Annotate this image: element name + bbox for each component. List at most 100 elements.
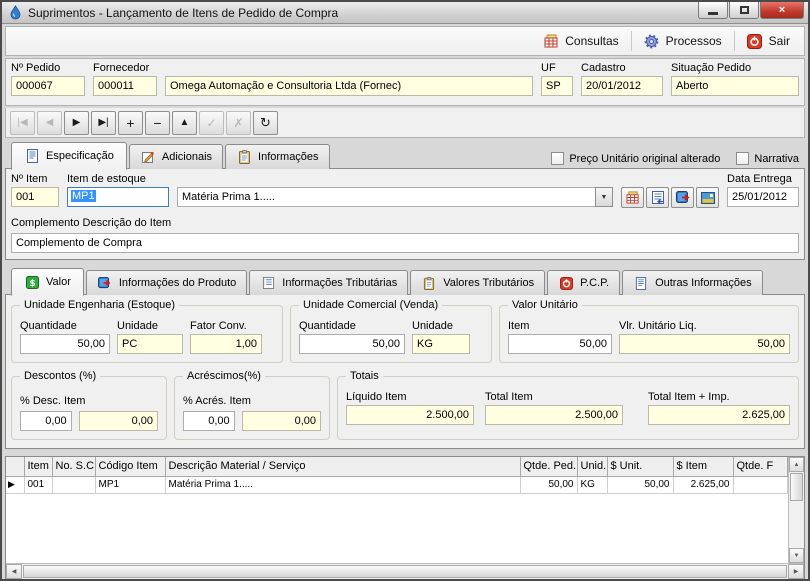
maximize-button[interactable] (729, 2, 759, 19)
fator-conv-field[interactable]: 1,00 (190, 334, 262, 354)
col-qtde-f[interactable]: Qtde. F (733, 457, 787, 476)
unidade-venda-field[interactable]: KG (412, 334, 470, 354)
minimize-button[interactable] (698, 2, 728, 19)
tab-outras-informacoes[interactable]: Outras Informações (622, 270, 763, 295)
col-codigo-item[interactable]: Código Item (95, 457, 165, 476)
cell-qtde-f[interactable] (733, 476, 787, 493)
processos-label: Processos (666, 34, 722, 48)
liquido-item-field[interactable]: 2.500,00 (346, 405, 474, 425)
quantidade-venda-field[interactable]: 50,00 (299, 334, 405, 354)
horizontal-scrollbar-thumb[interactable] (23, 565, 787, 578)
nav-post-button[interactable]: ✓ (199, 111, 224, 135)
desc-item-valor-field[interactable]: 0,00 (79, 411, 158, 431)
complemento-field[interactable]: Complemento de Compra (11, 233, 799, 253)
item-estoque-field[interactable]: MP1 (67, 187, 169, 207)
cell-codigo[interactable]: MP1 (95, 476, 165, 493)
preco-alterado-checkbox[interactable] (551, 152, 564, 165)
vertical-scrollbar-thumb[interactable] (790, 473, 803, 501)
narrativa-checkbox[interactable] (736, 152, 749, 165)
cell-item[interactable]: 001 (24, 476, 52, 493)
cadastro-field[interactable]: 20/01/2012 (581, 76, 663, 96)
acres-item-valor-field[interactable]: 0,00 (242, 411, 321, 431)
product-box-icon (675, 190, 691, 206)
close-button[interactable]: × (760, 2, 804, 19)
totais-title: Totais (346, 370, 383, 382)
nav-delete-button[interactable]: − (145, 111, 170, 135)
col-no-sc[interactable]: No. S.C. (52, 457, 95, 476)
uf-field[interactable]: SP (541, 76, 573, 96)
col-qtde-ped[interactable]: Qtde. Ped. (520, 457, 577, 476)
tab-informacoes-produto[interactable]: Informações do Produto (86, 270, 247, 295)
order-header-panel: Nº Pedido 000067 Fornecedor 000011 Omega… (5, 58, 805, 106)
cell-unid[interactable]: KG (577, 476, 607, 493)
nav-prior-button[interactable]: ◀ (37, 111, 62, 135)
nav-refresh-button[interactable]: ↻ (253, 111, 278, 135)
total-item-imp-field[interactable]: 2.625,00 (648, 405, 790, 425)
item-descricao-field[interactable]: Matéria Prima 1..... (177, 187, 595, 207)
col-unit[interactable]: $ Unit. (607, 457, 673, 476)
preco-alterado-label: Preço Unitário original alterado (569, 153, 720, 165)
quantidade-estoque-field[interactable]: 50,00 (20, 334, 110, 354)
nav-last-button[interactable]: ▶| (91, 111, 116, 135)
cell-descricao[interactable]: Matéria Prima 1..... (165, 476, 520, 493)
acres-item-pct-field[interactable]: 0,00 (183, 411, 235, 431)
situacao-field[interactable]: Aberto (671, 76, 799, 96)
unidade-engenharia-group: Unidade Engenharia (Estoque) Quantidade … (11, 305, 283, 363)
processos-button[interactable]: Processos (634, 30, 732, 52)
nav-first-button[interactable]: |◀ (10, 111, 35, 135)
item-descricao-combo[interactable]: Matéria Prima 1..... ▼ (177, 187, 613, 208)
data-entrega-field[interactable]: 25/01/2012 (727, 187, 799, 207)
table-row[interactable]: ▶ 001 MP1 Matéria Prima 1..... 50,00 KG … (6, 476, 787, 493)
desc-item-pct-field[interactable]: 0,00 (20, 411, 72, 431)
unidade-estoque-label: Unidade (117, 320, 183, 332)
horizontal-scrollbar[interactable]: ◀ ▶ (6, 563, 804, 579)
unidade-comercial-title: Unidade Comercial (Venda) (299, 299, 442, 311)
fornecedor-code-field[interactable]: 000011 (93, 76, 157, 96)
maximize-icon (740, 6, 749, 14)
nav-edit-button[interactable]: ▲ (172, 111, 197, 135)
title-bar[interactable]: Suprimentos - Lançamento de Itens de Ped… (2, 2, 808, 24)
col-valor-item[interactable]: $ Item (673, 457, 733, 476)
scroll-left-icon[interactable]: ◀ (6, 564, 22, 579)
fornecedor-name-field[interactable]: Omega Automação e Consultoria Ltda (Forn… (165, 76, 533, 96)
col-descricao[interactable]: Descrição Material / Serviço (165, 457, 520, 476)
tab-adicionais[interactable]: Adicionais (129, 144, 223, 169)
tab-informacoes[interactable]: Informações (225, 144, 330, 169)
consultas-button[interactable]: Consultas (533, 30, 628, 52)
scroll-down-icon[interactable]: ▼ (789, 548, 804, 563)
tab-pcp[interactable]: P.C.P. (547, 270, 620, 295)
nav-cancel-button[interactable]: ✗ (226, 111, 251, 135)
col-item[interactable]: Item (24, 457, 52, 476)
valor-tabstrip: $ Valor Informações do Produto Informaçõ… (5, 266, 805, 295)
col-unid[interactable]: Unid. (577, 457, 607, 476)
tab-valores-tributarios-label: Valores Tributários (443, 277, 534, 289)
unidade-estoque-field[interactable]: PC (117, 334, 183, 354)
window-title: Suprimentos - Lançamento de Itens de Ped… (28, 6, 697, 20)
tab-valor[interactable]: $ Valor (11, 268, 84, 296)
vlr-unitario-liq-field[interactable]: 50,00 (619, 334, 790, 354)
chevron-down-icon[interactable]: ▼ (595, 187, 613, 207)
num-item-field[interactable]: 001 (11, 187, 59, 207)
sair-button[interactable]: Sair (737, 30, 800, 52)
pedido-field[interactable]: 000067 (11, 76, 85, 96)
valor-item-field[interactable]: 50,00 (508, 334, 612, 354)
cell-no-sc[interactable] (52, 476, 95, 493)
vertical-scrollbar[interactable]: ▲ ▼ (788, 457, 804, 563)
cell-valor-item[interactable]: 2.625,00 (673, 476, 733, 493)
cell-qtde-ped[interactable]: 50,00 (520, 476, 577, 493)
nav-insert-button[interactable]: + (118, 111, 143, 135)
total-item-field[interactable]: 2.500,00 (485, 405, 623, 425)
item-image-button[interactable] (696, 187, 719, 208)
scroll-up-icon[interactable]: ▲ (789, 457, 804, 472)
tab-valores-tributarios[interactable]: Valores Tributários (410, 270, 545, 295)
item-lookup-button[interactable] (621, 187, 644, 208)
cell-unit[interactable]: 50,00 (607, 476, 673, 493)
tab-especificacao[interactable]: Especificação (11, 142, 127, 170)
nav-next-button[interactable]: ▶ (64, 111, 89, 135)
item-detail-button[interactable] (646, 187, 669, 208)
scroll-right-icon[interactable]: ▶ (788, 564, 804, 579)
items-grid[interactable]: Item No. S.C. Código Item Descrição Mate… (5, 456, 805, 580)
list-detail-icon (260, 275, 276, 291)
item-product-button[interactable] (671, 187, 694, 208)
tab-informacoes-tributarias[interactable]: Informações Tributárias (249, 270, 408, 295)
